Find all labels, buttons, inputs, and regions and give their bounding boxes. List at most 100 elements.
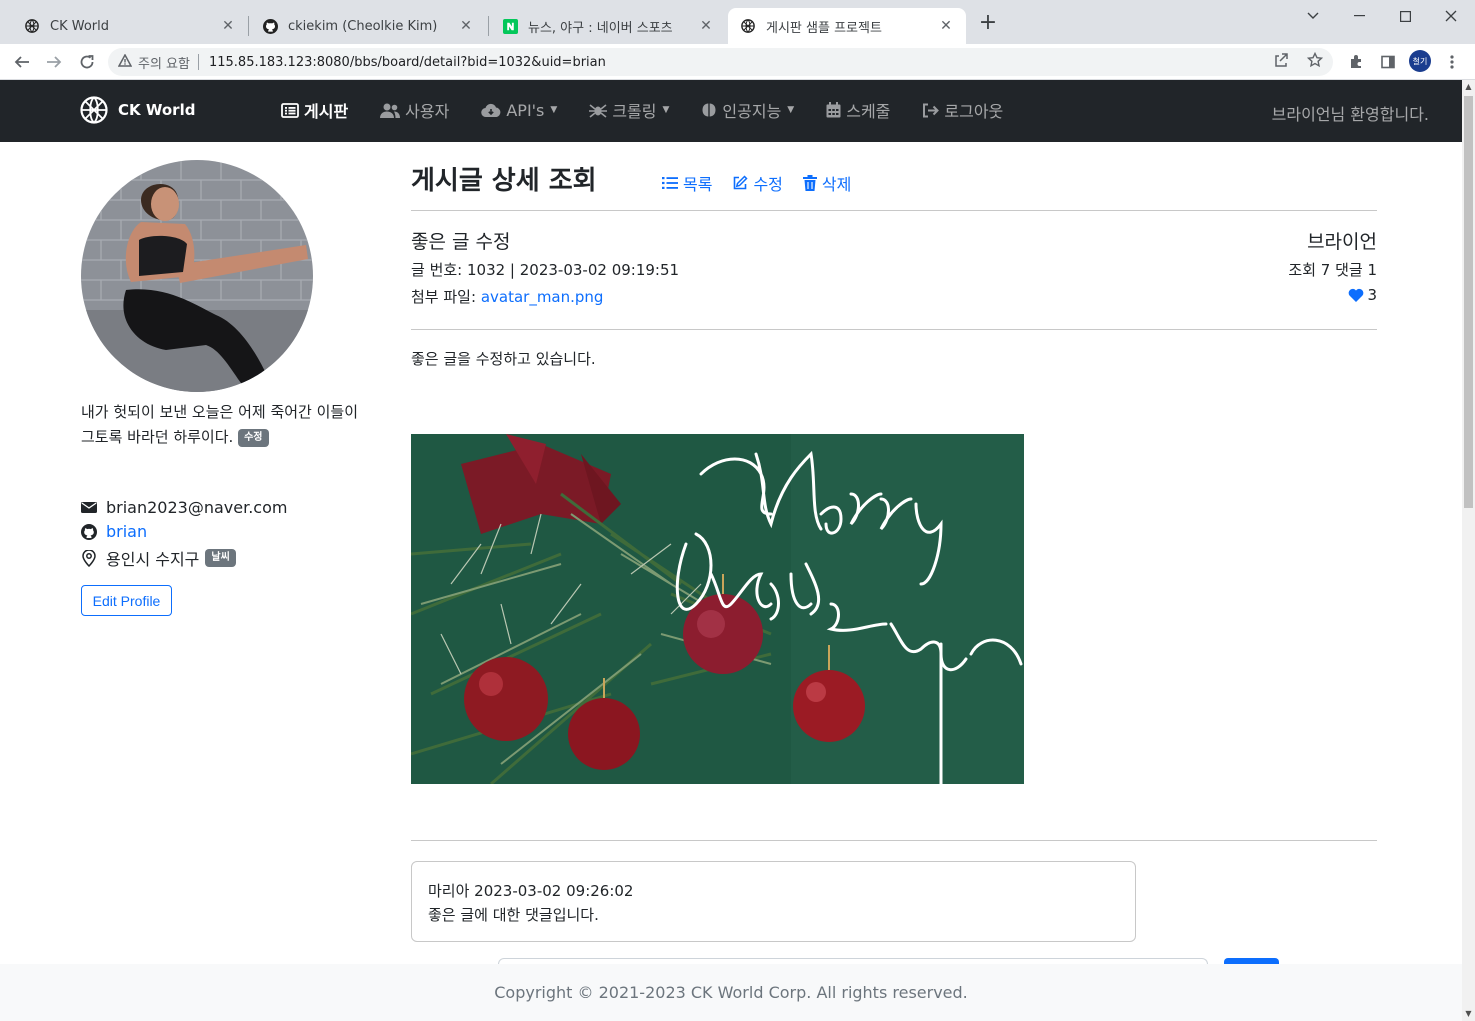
bio-line: 그토록 바라던 하루이다. bbox=[81, 428, 234, 446]
post-body: 좋은 글을 수정하고 있습니다. bbox=[411, 350, 596, 368]
nav-item-label: 인공지능 bbox=[722, 102, 782, 121]
divider bbox=[411, 840, 1377, 841]
spider-icon bbox=[589, 102, 608, 118]
post-image-christmas bbox=[411, 434, 1024, 784]
list-label: 목록 bbox=[683, 175, 713, 194]
tab-title: 뉴스, 야구 : 네이버 스포츠 bbox=[528, 20, 673, 36]
main-menu: 게시판 사용자 API's ▼ 크롤링 ▼ 인공지능 ▼ 스케줄 로그아웃 bbox=[281, 98, 1035, 122]
nav-item-label: 크롤링 bbox=[612, 102, 657, 121]
post-attachment: 첨부 파일: avatar_man.png bbox=[411, 286, 603, 307]
forward-arrow-icon[interactable] bbox=[42, 50, 66, 74]
divider bbox=[411, 329, 1377, 330]
contact-location: 용인시 수지구 날씨 bbox=[81, 546, 236, 570]
scroll-down-icon[interactable]: ▼ bbox=[1462, 1007, 1475, 1021]
post-author: 브라이언 bbox=[1307, 231, 1377, 253]
weather-badge[interactable]: 날씨 bbox=[205, 549, 236, 567]
list-button[interactable]: 목록 bbox=[662, 171, 712, 195]
profile-bio: 내가 헛되이 보낸 오늘은 어제 죽어간 이들이 그토록 바라던 하루이다. 수… bbox=[81, 400, 381, 450]
attachment-label: 첨부 파일: bbox=[411, 288, 477, 306]
caret-down-icon: ▼ bbox=[550, 105, 558, 115]
maximize-button[interactable] bbox=[1382, 4, 1428, 28]
brand-link[interactable]: CK World bbox=[80, 96, 195, 124]
browser-tab-bar: CK World ✕ ckiekim (Cheolkie Kim) ✕ 뉴스, … bbox=[0, 0, 1475, 44]
brand-name: CK World bbox=[118, 101, 196, 119]
page-footer: Copyright © 2021-2023 CK World Corp. All… bbox=[0, 964, 1462, 1021]
naver-icon bbox=[502, 18, 518, 34]
location-pin-icon bbox=[81, 549, 97, 567]
url-text[interactable]: 115.85.183.123:8080/bbs/board/detail?bid… bbox=[209, 55, 606, 70]
extensions-puzzle-icon[interactable] bbox=[1344, 50, 1368, 74]
welcome-message: 브라이언님 환영합니다. bbox=[1271, 105, 1429, 124]
trash-icon bbox=[802, 175, 817, 191]
browser-tab[interactable]: 뉴스, 야구 : 네이버 스포츠 ✕ bbox=[490, 8, 726, 44]
cloud-icon bbox=[481, 103, 501, 118]
profile-avatar[interactable]: 철기 bbox=[1409, 50, 1431, 72]
nav-item-board[interactable]: 게시판 bbox=[281, 98, 348, 122]
security-status[interactable]: 주의 요함 bbox=[138, 53, 190, 72]
browser-tab-active[interactable]: 게시판 샘플 프로젝트 ✕ bbox=[728, 8, 966, 44]
caret-down-icon: ▼ bbox=[787, 105, 795, 115]
comment-card: 마리아 2023-03-02 09:26:02 좋은 글에 대한 댓글입니다. bbox=[411, 861, 1136, 942]
users-icon bbox=[380, 103, 401, 118]
post-meta: 글 번호: 1032 | 2023-03-02 09:19:51 bbox=[411, 261, 680, 279]
list-alt-icon bbox=[281, 102, 299, 118]
site-navbar: CK World 게시판 사용자 API's ▼ 크롤링 ▼ 인공지능 ▼ 스케… bbox=[0, 80, 1462, 142]
nav-item-crawling[interactable]: 크롤링 ▼ bbox=[589, 98, 669, 122]
like-button[interactable]: 3 bbox=[1348, 286, 1377, 304]
back-arrow-icon[interactable] bbox=[10, 50, 34, 74]
nav-item-logout[interactable]: 로그아웃 bbox=[922, 98, 1003, 122]
nav-item-ai[interactable]: 인공지능 ▼ bbox=[701, 98, 794, 122]
globe-logo-icon bbox=[80, 96, 108, 124]
globe-icon bbox=[740, 18, 756, 34]
email-text: brian2023@naver.com bbox=[106, 498, 288, 517]
nav-item-schedule[interactable]: 스케줄 bbox=[826, 98, 890, 122]
minimize-button[interactable] bbox=[1336, 4, 1382, 28]
menu-dots-icon[interactable] bbox=[1440, 50, 1464, 74]
caret-down-icon: ▼ bbox=[662, 105, 670, 115]
close-icon[interactable]: ✕ bbox=[938, 18, 954, 34]
edit-pencil-icon bbox=[732, 175, 749, 191]
browser-tab[interactable]: ckiekim (Cheolkie Kim) ✕ bbox=[250, 8, 486, 44]
delete-button[interactable]: 삭제 bbox=[802, 171, 851, 195]
edit-button[interactable]: 수정 bbox=[732, 171, 783, 195]
scroll-up-icon[interactable]: ▲ bbox=[1462, 80, 1475, 94]
nav-item-label: 스케줄 bbox=[846, 102, 891, 121]
reload-icon[interactable] bbox=[75, 50, 99, 74]
divider bbox=[411, 210, 1377, 211]
address-bar[interactable]: 주의 요함 115.85.183.123:8080/bbs/board/deta… bbox=[108, 48, 1333, 76]
warning-icon bbox=[117, 52, 133, 71]
comment-text: 좋은 글에 대한 댓글입니다. bbox=[428, 906, 599, 924]
edit-profile-button[interactable]: Edit Profile bbox=[81, 585, 172, 616]
window-close-button[interactable] bbox=[1428, 4, 1474, 28]
bio-line: 내가 헛되이 보낸 오늘은 어제 죽어간 이들이 bbox=[81, 403, 359, 421]
post-stats: 조회 7 댓글 1 bbox=[1288, 261, 1377, 279]
page-scrollbar[interactable]: ▲ ▼ bbox=[1462, 80, 1475, 1021]
github-icon bbox=[81, 523, 97, 540]
close-icon[interactable]: ✕ bbox=[458, 18, 474, 34]
brain-icon bbox=[701, 102, 717, 118]
nav-item-apis[interactable]: API's ▼ bbox=[481, 101, 557, 120]
nav-item-label: 로그아웃 bbox=[944, 102, 1004, 121]
contact-github: brian bbox=[81, 522, 147, 541]
nav-item-users[interactable]: 사용자 bbox=[380, 98, 449, 122]
tab-title: ckiekim (Cheolkie Kim) bbox=[288, 18, 438, 34]
github-link[interactable]: brian bbox=[106, 522, 147, 541]
scrollbar-thumb[interactable] bbox=[1464, 96, 1473, 508]
browser-tab[interactable]: CK World ✕ bbox=[12, 8, 248, 44]
profile-avatar-photo bbox=[81, 160, 313, 392]
attachment-link[interactable]: avatar_man.png bbox=[481, 288, 604, 306]
share-icon[interactable] bbox=[1273, 52, 1289, 72]
close-icon[interactable]: ✕ bbox=[698, 18, 714, 34]
edit-bio-badge[interactable]: 수정 bbox=[238, 428, 269, 447]
globe-icon bbox=[24, 18, 40, 34]
side-panel-icon[interactable] bbox=[1376, 50, 1400, 74]
tab-search-icon[interactable] bbox=[1290, 4, 1336, 28]
list-icon bbox=[662, 176, 678, 190]
nav-item-label: API's bbox=[506, 100, 545, 120]
new-tab-button[interactable]: + bbox=[976, 12, 1000, 36]
close-icon[interactable]: ✕ bbox=[220, 18, 236, 34]
bookmark-star-icon[interactable] bbox=[1306, 51, 1324, 72]
tab-title: 게시판 샘플 프로젝트 bbox=[766, 20, 882, 36]
contact-email: brian2023@naver.com bbox=[81, 498, 287, 517]
heart-icon bbox=[1349, 288, 1364, 302]
